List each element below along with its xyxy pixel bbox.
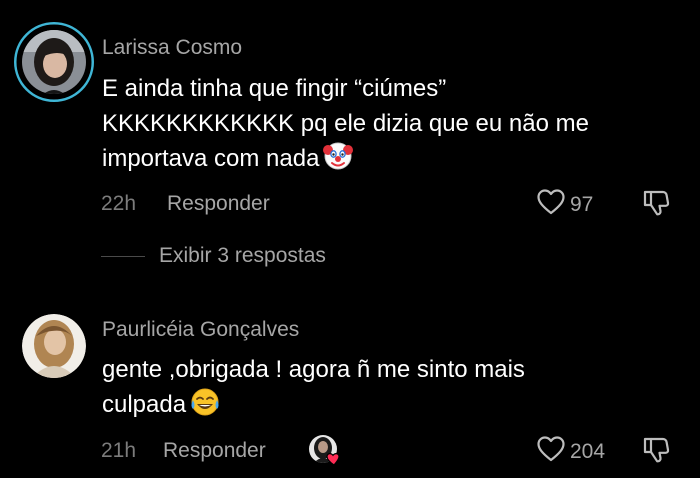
replies-divider-line xyxy=(101,255,145,257)
tears-of-joy-emoji xyxy=(190,387,220,417)
reply-button[interactable]: Responder xyxy=(163,439,266,463)
comment-timestamp: 21h xyxy=(101,439,137,462)
clown-face-emoji xyxy=(323,141,354,171)
comment-text: E ainda tinha que fingir “ciúmes” KKKKKK… xyxy=(102,71,589,176)
comment-item: Paurlicéia Gonçalves gente ,obrigada ! a… xyxy=(0,290,700,478)
comment-author[interactable]: Paurlicéia Gonçalves xyxy=(102,318,299,342)
comment-text-line: culpada xyxy=(102,387,525,422)
heart-outline-icon xyxy=(536,188,566,221)
comment-text-line: importava com nada xyxy=(102,141,589,176)
like-button[interactable]: 97 xyxy=(536,188,593,221)
comment-text-line-part: culpada xyxy=(102,391,187,418)
like-count: 97 xyxy=(570,192,594,216)
comment-text: gente ,obrigada ! agora ñ me sinto mais … xyxy=(102,352,525,422)
comment-text-line: E ainda tinha que fingir “ciúmes” xyxy=(102,75,447,102)
comment-item: Larissa Cosmo E ainda tinha que fingir “… xyxy=(0,0,700,290)
thumbs-down-icon xyxy=(641,190,671,222)
comment-text-line: KKKKKKKKKKKK pq ele dizia que eu não me xyxy=(102,110,589,137)
comment-author[interactable]: Larissa Cosmo xyxy=(102,36,242,60)
view-replies-button[interactable]: Exibir 3 respostas xyxy=(101,244,326,268)
avatar[interactable] xyxy=(22,314,86,378)
creator-liked-badge xyxy=(308,434,342,468)
like-count: 204 xyxy=(570,439,606,463)
dislike-button[interactable] xyxy=(641,188,671,223)
comment-timestamp: 22h xyxy=(101,192,137,215)
view-replies-label: Exibir 3 respostas xyxy=(159,244,326,267)
like-button[interactable]: 204 xyxy=(536,435,605,468)
reply-button[interactable]: Responder xyxy=(167,192,270,216)
avatar[interactable] xyxy=(14,22,94,102)
comment-text-line: gente ,obrigada ! agora ñ me sinto mais xyxy=(102,356,525,383)
dislike-button[interactable] xyxy=(641,435,671,470)
thumbs-down-icon xyxy=(641,437,671,469)
heart-outline-icon xyxy=(536,435,566,468)
comment-text-line-part: importava com nada xyxy=(102,145,320,172)
